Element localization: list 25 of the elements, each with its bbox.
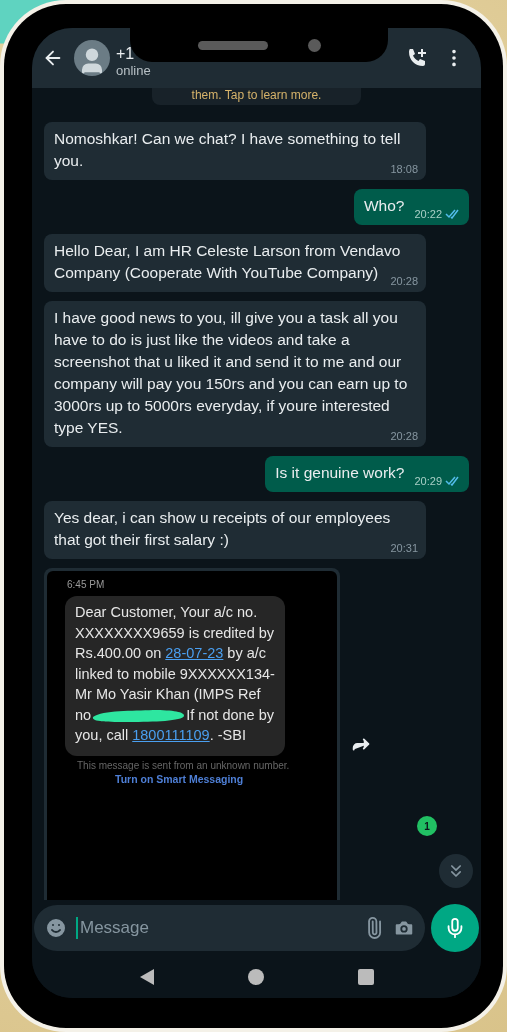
recents-nav-button[interactable]	[358, 969, 375, 985]
image-message[interactable]	[44, 568, 340, 900]
mic-button[interactable]	[431, 904, 479, 952]
message-bubble: Hello Dear, I am HR Celeste Larson from Vendavo Company (Cooperate With YouTube Company) 20:28	[44, 234, 426, 292]
emoji-icon[interactable]	[44, 916, 68, 940]
back-nav-button[interactable]	[138, 968, 155, 986]
smart-messaging-link[interactable]: Turn on Smart Messaging	[115, 772, 329, 785]
scroll-down-button[interactable]	[439, 854, 473, 888]
sms-link[interactable]: 28-07-23	[165, 645, 224, 661]
home-nav-button[interactable]	[248, 969, 265, 985]
message-field[interactable]: Message	[34, 905, 425, 951]
message-bubble: Nomoshkar! Can we chat? I have something to tell you. 18:08	[44, 122, 426, 180]
sms-link[interactable]: 1800111109	[132, 727, 210, 743]
message-bubble: Who? 20:22	[353, 189, 469, 225]
sms-time: 6:45 PM	[67, 579, 106, 590]
contact-status: online	[116, 62, 151, 78]
sms-notice: This message is sent from an unknown number.	[77, 759, 291, 771]
message-bubble: Yes dear, i can show u receipts of our employees that got their first salary :) 20:31	[44, 501, 426, 559]
message-bubble: Is it genuine work? 20:29	[265, 456, 469, 492]
sms-text: Dear Customer, Your a/c no. XXXXXXXX9659 is credited by Rs.400.00 on 28-07-23 by a/c linked to mobile 9XXXXXX134-Mr Mo Yasir Khan (IMPS Ref no If not done by you, call 1800111109. -SBI	[75, 603, 275, 745]
contact-name[interactable]: +1	[116, 44, 135, 63]
unread-badge: 1	[417, 816, 437, 836]
message-bubble: I have good news to you, ill give you a task all you have to do is just like the videos and take a screenshot that u liked it and send it to me and our company will pay you 150rs and you can earn up to 3000rs up to 5000rs everyday, if youre interested type YES. 20:28	[44, 301, 426, 447]
avatar-icon[interactable]	[74, 40, 110, 76]
system-notice[interactable]: them. Tap to learn more.	[151, 88, 362, 105]
